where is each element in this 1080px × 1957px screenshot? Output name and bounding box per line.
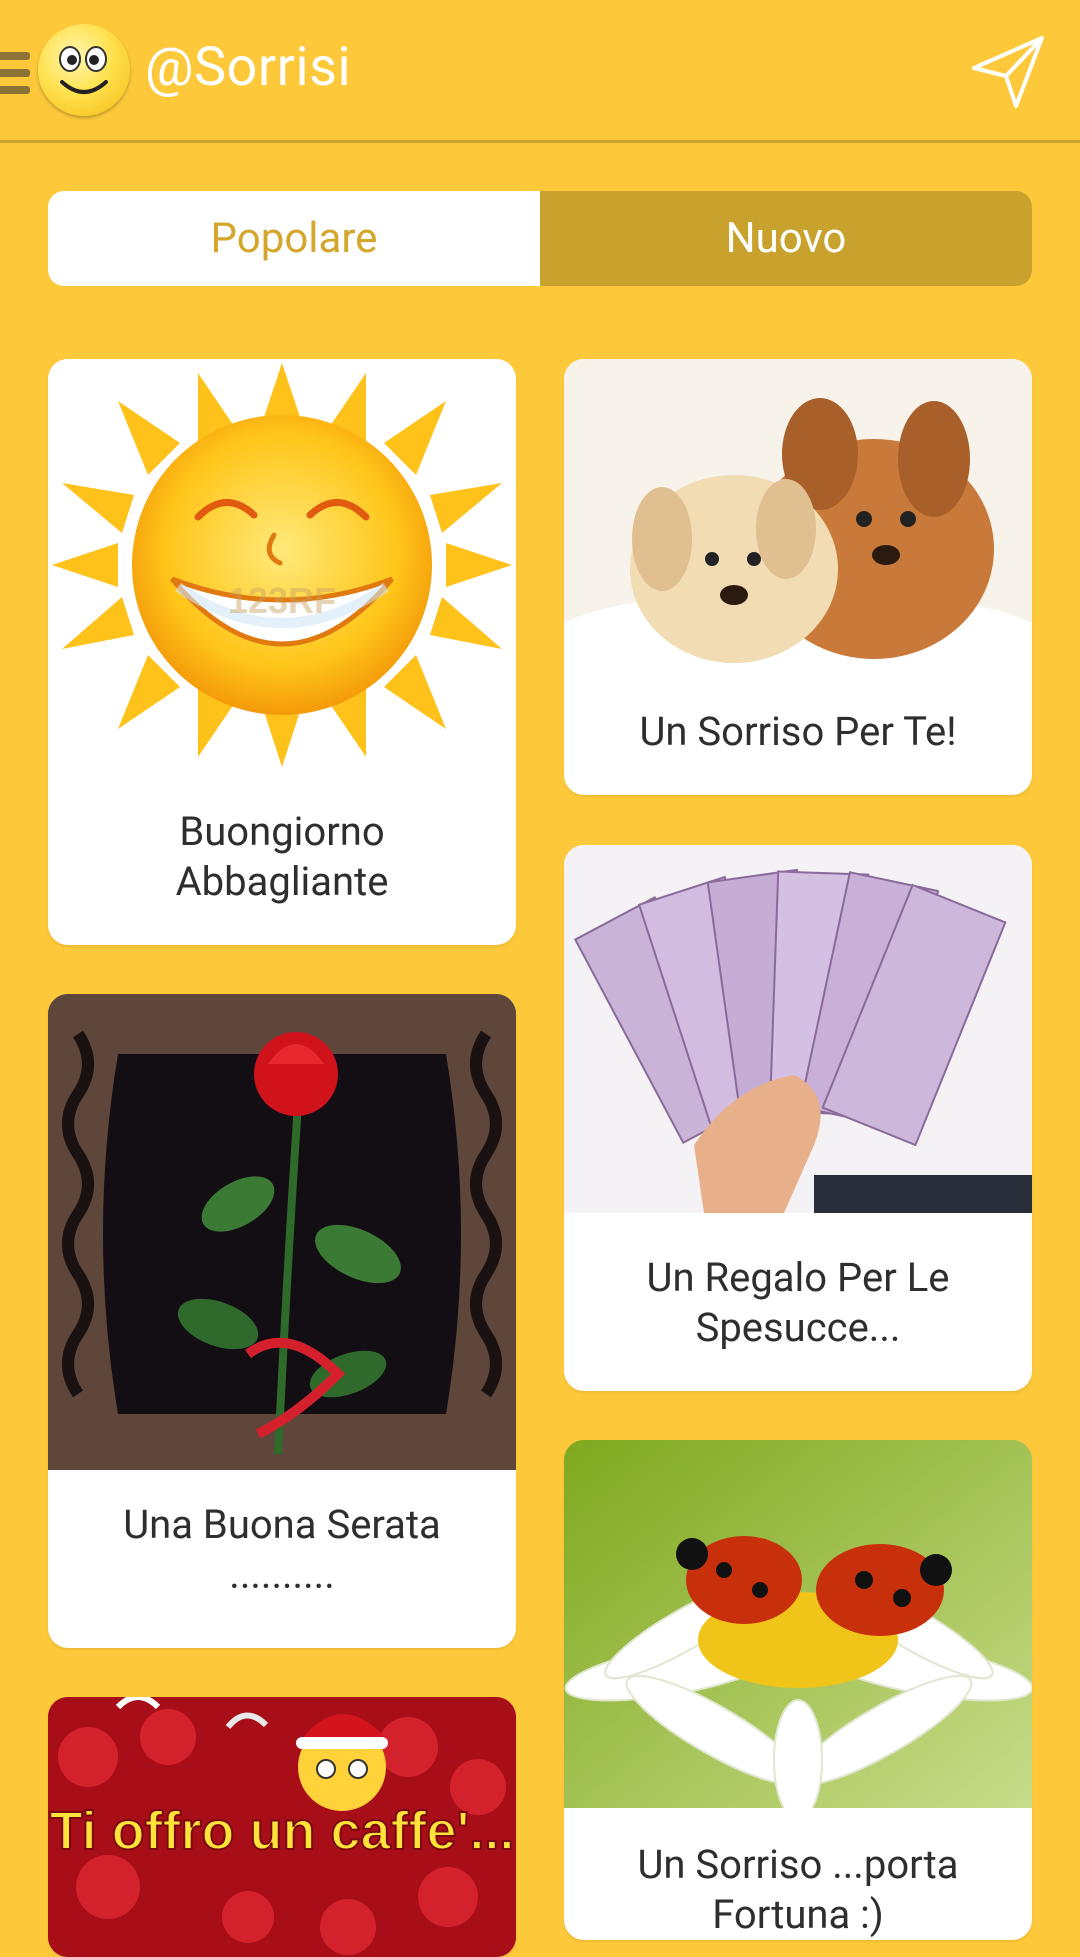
paper-plane-icon[interactable] [970,34,1046,110]
post-card[interactable]: Un Sorriso Per Te! [564,359,1032,795]
post-title: Un Sorriso ...porta Fortuna :) [637,1841,959,1938]
post-title: Un Sorriso Per Te! [639,708,957,755]
post-image-rose[interactable] [48,994,516,1470]
image-caption-text: Ti offro un caffe'... [50,1801,515,1861]
post-title: Un Regalo Per Le Spesucce... [646,1254,950,1351]
post-image-ladybugs[interactable] [564,1440,1032,1808]
post-card[interactable]: 123RF Buongiorno Abbagliante [48,359,516,945]
post-card[interactable]: Una Buona Serata .......... [48,994,516,1648]
tab-popolare[interactable]: Popolare [48,191,540,286]
post-image-sun[interactable]: 123RF [48,359,516,771]
post-title: Buongiorno Abbagliante [175,808,389,905]
post-title: Una Buona Serata .......... [123,1501,441,1598]
post-image-puppies[interactable] [564,359,1032,663]
watermark-text: 123RF [228,580,336,621]
hamburger-menu-icon[interactable] [0,52,30,96]
tab-nuovo[interactable]: Nuovo [540,191,1032,286]
post-card[interactable]: Ti offro un caffe'... [48,1697,516,1957]
post-card[interactable]: Un Regalo Per Le Spesucce... [564,845,1032,1391]
feed-tabs: Popolare Nuovo [48,191,1032,286]
post-image-banknotes[interactable] [564,845,1032,1213]
app-title: @Sorrisi [145,36,352,99]
post-image-christmas-coffee[interactable]: Ti offro un caffe'... [48,1697,516,1957]
app-bar: @Sorrisi [0,0,1080,143]
post-card[interactable]: Un Sorriso ...porta Fortuna :) [564,1440,1032,1940]
smiley-face-icon[interactable] [38,24,130,116]
